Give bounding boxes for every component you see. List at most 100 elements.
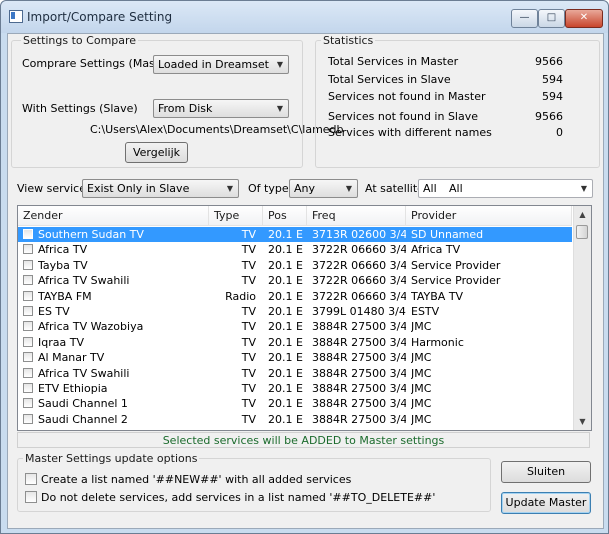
cell-zender: Africa TV Swahili [38, 274, 130, 288]
table-row[interactable]: Africa TV Wazobiya TV 20.1 E 3884R 27500 3/… [18, 319, 572, 334]
satellite-select[interactable]: All All ▼ [418, 179, 593, 198]
chevron-down-icon: ▼ [276, 104, 283, 113]
cell-pos: 20.1 E [268, 274, 303, 288]
row-checkbox[interactable] [23, 244, 33, 255]
maximize-button[interactable]: □ [538, 9, 565, 28]
table-row[interactable]: Africa TV Swahili TV 20.1 E 3722R 06660 3/4… [18, 273, 572, 288]
scroll-up-arrow-icon[interactable]: ▲ [574, 206, 591, 223]
cell-provider: Service Provider [411, 258, 501, 272]
services-table: Zender Type Pos Freq Provider Southern S… [17, 205, 592, 431]
cell-pos: 20.1 E [268, 351, 303, 365]
close-window-button[interactable]: ✕ [565, 9, 603, 28]
table-row[interactable]: TAYBA FM Radio 20.1 E 3722R 06660 3/4 TAYBA … [18, 289, 572, 304]
row-checkbox[interactable] [23, 367, 33, 378]
cell-pos: 20.1 E [268, 397, 303, 411]
stat-row: Services not found in Master 594 [328, 90, 563, 103]
cell-type: TV [241, 320, 256, 334]
slave-select[interactable]: From Disk ▼ [153, 99, 289, 118]
cell-type: TV [241, 351, 256, 365]
compare-button[interactable]: Vergelijk [125, 142, 188, 163]
column-header-zender[interactable]: Zender [18, 206, 209, 225]
chevron-down-icon: ▼ [580, 184, 587, 193]
row-checkbox[interactable] [23, 398, 33, 409]
cell-provider: JMC [411, 366, 432, 380]
row-checkbox[interactable] [23, 336, 33, 347]
row-checkbox[interactable] [23, 321, 33, 332]
stat-label: Services not found in Slave [328, 110, 478, 123]
column-header-type[interactable]: Type [209, 206, 263, 225]
table-row[interactable]: Africa TV TV 20.1 E 3722R 06660 3/4 Africa T… [18, 242, 572, 257]
cell-zender: Africa TV [38, 243, 88, 257]
table-row[interactable]: Tayba TV TV 20.1 E 3722R 06660 3/4 Service P… [18, 258, 572, 273]
stat-row: Total Services in Master 9566 [328, 55, 563, 68]
cell-type: TV [241, 412, 256, 426]
column-header-pos[interactable]: Pos [263, 206, 307, 225]
title-bar: Import/Compare Setting — □ ✕ [1, 1, 608, 33]
master-label: Comprare Settings (Master) [22, 57, 175, 70]
stat-row: Total Services in Slave 594 [328, 73, 563, 86]
vertical-scrollbar[interactable]: ▲ ▼ [573, 206, 591, 430]
table-row[interactable]: Southern Sudan TV TV 20.1 E 3713R 02600 3/4… [18, 227, 572, 242]
row-checkbox[interactable] [23, 229, 33, 239]
update-options-title: Master Settings update options [23, 452, 200, 465]
row-checkbox[interactable] [23, 275, 33, 286]
cell-zender: TAYBA FM [38, 289, 92, 303]
stat-label: Services with different names [328, 126, 492, 139]
cell-provider: Harmonic [411, 335, 464, 349]
column-header-provider[interactable]: Provider [406, 206, 572, 225]
table-row[interactable]: Saudi Channel 2 TV 20.1 E 3884R 27500 3/4 JM… [18, 412, 572, 427]
slave-label: With Settings (Slave) [22, 102, 138, 115]
table-row[interactable]: ES TV TV 20.1 E 3799L 01480 3/4 ESTV [18, 304, 572, 319]
type-select[interactable]: Any ▼ [289, 179, 358, 198]
cell-zender: Tayba TV [38, 258, 88, 272]
app-icon [9, 10, 23, 23]
cell-zender: Africa TV Wazobiya [38, 320, 144, 334]
row-checkbox[interactable] [23, 306, 33, 316]
table-row[interactable]: Iqraa TV TV 20.1 E 3884R 27500 3/4 Harmonic [18, 335, 572, 350]
chevron-down-icon: ▼ [226, 184, 233, 193]
cell-zender: Africa TV Swahili [38, 366, 130, 380]
create-new-list-checkbox[interactable] [25, 473, 37, 485]
keep-services-checkbox[interactable] [25, 491, 37, 503]
table-body: Southern Sudan TV TV 20.1 E 3713R 02600 3/4… [18, 227, 572, 430]
stat-row: Services with different names 0 [328, 126, 563, 139]
update-master-button[interactable]: Update Master [501, 492, 591, 514]
slave-file-path: C:\Users\Alex\Documents\Dreamset\C\lamed… [90, 123, 344, 136]
chevron-down-icon: ▼ [345, 184, 352, 193]
row-checkbox[interactable] [23, 290, 33, 301]
cell-zender: Iqraa TV [38, 335, 84, 349]
cell-zender: ETV Ethiopia [38, 382, 108, 395]
cell-freq: 3884R 27500 3/4 [312, 382, 406, 395]
cell-type: TV [241, 382, 256, 395]
minimize-button[interactable]: — [511, 9, 538, 28]
cell-freq: 3722R 06660 3/4 [312, 258, 406, 272]
cell-freq: 3884R 27500 3/4 [312, 412, 406, 426]
scroll-thumb[interactable] [576, 225, 588, 239]
row-checkbox[interactable] [23, 413, 33, 424]
cell-type: TV [241, 397, 256, 411]
row-checkbox[interactable] [23, 383, 33, 393]
create-new-list-label: Create a list named '##NEW##' with all a… [41, 473, 352, 486]
stat-value: 594 [542, 73, 563, 86]
row-checkbox[interactable] [23, 352, 33, 363]
cell-pos: 20.1 E [268, 412, 303, 426]
cell-freq: 3722R 06660 3/4 [312, 274, 406, 288]
stat-label: Total Services in Slave [328, 73, 451, 86]
stat-row: Services not found in Slave 9566 [328, 110, 563, 123]
close-button[interactable]: Sluiten [501, 461, 591, 483]
table-row[interactable]: ETV Ethiopia TV 20.1 E 3884R 27500 3/4 JMC [18, 381, 572, 396]
type-select-value: Any [294, 182, 316, 195]
view-services-select[interactable]: Exist Only in Slave ▼ [82, 179, 239, 198]
column-header-freq[interactable]: Freq [307, 206, 406, 225]
table-row[interactable]: Africa TV Swahili TV 20.1 E 3884R 27500 3/4… [18, 366, 572, 381]
table-row[interactable]: Al Manar TV TV 20.1 E 3884R 27500 3/4 JMC [18, 350, 572, 365]
scroll-down-arrow-icon[interactable]: ▼ [574, 413, 591, 430]
view-services-label: View services [17, 182, 92, 195]
master-select[interactable]: Loaded in Dreamset ▼ [153, 55, 289, 74]
cell-provider: JMC [411, 397, 432, 411]
cell-freq: 3884R 27500 3/4 [312, 351, 406, 365]
table-row[interactable]: Saudi Channel 1 TV 20.1 E 3884R 27500 3/4 JM… [18, 396, 572, 411]
stat-value: 0 [556, 126, 563, 139]
cell-pos: 20.1 E [268, 258, 303, 272]
row-checkbox[interactable] [23, 259, 33, 270]
